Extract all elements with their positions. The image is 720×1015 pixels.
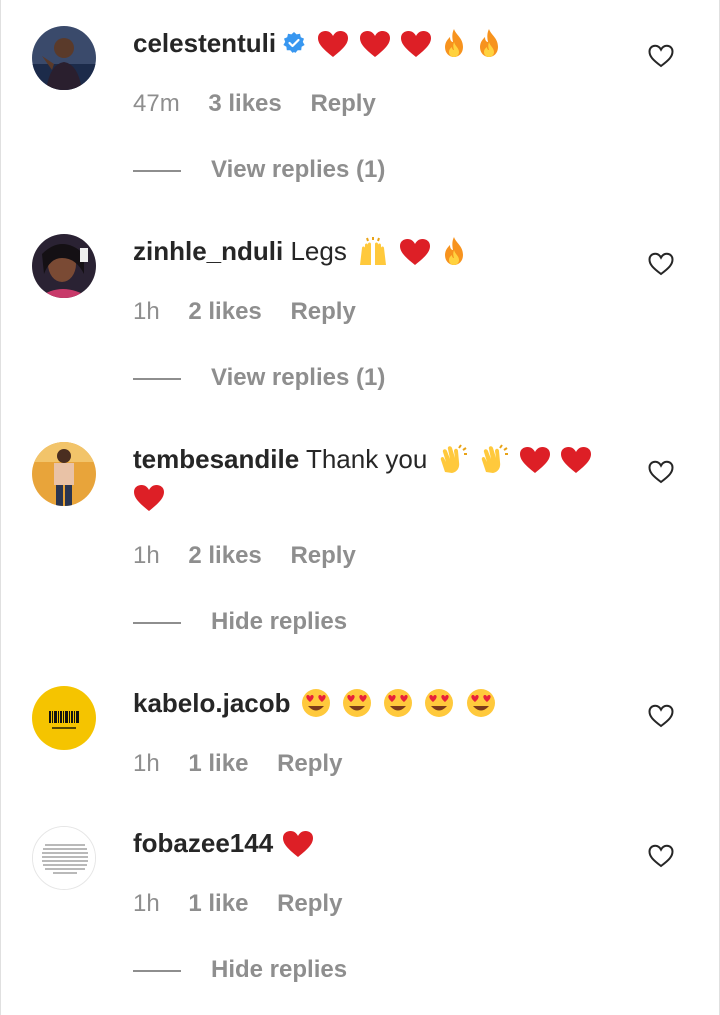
- heart-emoji-icon: [520, 447, 551, 473]
- comment-time: 1h: [133, 298, 160, 325]
- heart-eyes-emoji-icon: [384, 689, 413, 717]
- heart-eyes-emoji-icon: [301, 689, 330, 717]
- replies-toggle-label: View replies (1): [211, 364, 386, 391]
- reply-button[interactable]: Reply: [310, 90, 375, 117]
- reply-button[interactable]: Reply: [290, 542, 355, 569]
- avatar[interactable]: [32, 26, 96, 90]
- replies-toggle-label: Hide replies: [211, 956, 348, 983]
- emoji-row: [435, 444, 593, 474]
- heart-emoji-icon: [561, 447, 592, 473]
- username[interactable]: tembesandile: [133, 444, 299, 474]
- divider-dash: [133, 969, 181, 972]
- username[interactable]: fobazee144: [133, 828, 273, 858]
- replies-toggle-label: View replies (1): [211, 156, 386, 183]
- like-heart-icon[interactable]: [648, 704, 674, 728]
- username[interactable]: kabelo.jacob: [133, 688, 291, 718]
- reply-button[interactable]: Reply: [277, 890, 342, 917]
- comment-text: Legs: [290, 236, 347, 266]
- likes-count[interactable]: 2 likes: [188, 542, 261, 569]
- likes-count[interactable]: 2 likes: [188, 298, 261, 325]
- heart-emoji-icon: [318, 31, 349, 57]
- likes-count[interactable]: 1 like: [188, 890, 248, 917]
- comment-time: 47m: [133, 90, 180, 117]
- heart-emoji-icon: [400, 31, 431, 57]
- replies-toggle-label: Hide replies: [211, 608, 348, 635]
- heart-eyes-emoji-icon: [342, 689, 371, 717]
- like-heart-icon[interactable]: [648, 844, 674, 868]
- username[interactable]: zinhle_nduli: [133, 236, 283, 266]
- comment-time: 1h: [133, 890, 160, 917]
- emoji-row: [315, 28, 502, 58]
- hide-replies-toggle[interactable]: Hide replies: [133, 608, 347, 636]
- view-replies-toggle[interactable]: View replies (1): [133, 156, 385, 184]
- fire-emoji-icon: [444, 237, 463, 265]
- comment-time: 1h: [133, 750, 160, 777]
- divider-dash: [133, 169, 181, 172]
- clap-emoji-icon: [481, 444, 508, 473]
- likes-count[interactable]: 1 like: [188, 750, 248, 777]
- heart-emoji-icon: [400, 239, 431, 265]
- likes-count[interactable]: 3 likes: [208, 90, 281, 117]
- left-border: [0, 0, 1, 1015]
- heart-emoji-icon: [134, 485, 164, 511]
- heart-eyes-emoji-icon: [466, 689, 495, 717]
- avatar[interactable]: [32, 234, 96, 298]
- heart-emoji-icon: [359, 31, 390, 57]
- hide-replies-toggle[interactable]: Hide replies: [133, 956, 347, 984]
- emoji-row: [298, 688, 497, 718]
- emoji-row: [280, 828, 314, 858]
- divider-dash: [133, 621, 181, 624]
- username[interactable]: celestentuli: [133, 28, 276, 58]
- like-heart-icon[interactable]: [648, 44, 674, 68]
- verified-badge-icon: [283, 32, 305, 53]
- reply-button[interactable]: Reply: [277, 750, 342, 777]
- emoji-row: [347, 236, 467, 266]
- heart-eyes-emoji-icon: [425, 689, 454, 717]
- avatar[interactable]: [32, 826, 96, 890]
- like-heart-icon[interactable]: [648, 252, 674, 276]
- comment-text: Thank you: [305, 444, 428, 474]
- comment-time: 1h: [133, 542, 160, 569]
- reply-button[interactable]: Reply: [290, 298, 355, 325]
- view-replies-toggle[interactable]: View replies (1): [133, 364, 385, 392]
- like-heart-icon[interactable]: [648, 460, 674, 484]
- avatar[interactable]: [32, 442, 96, 506]
- avatar[interactable]: [32, 686, 96, 750]
- fire-emoji-icon: [445, 29, 463, 57]
- heart-emoji-icon: [283, 831, 314, 857]
- fire-emoji-icon: [480, 29, 499, 57]
- raised-hands-emoji-icon: [360, 237, 387, 265]
- clap-emoji-icon: [440, 444, 467, 473]
- divider-dash: [133, 377, 181, 380]
